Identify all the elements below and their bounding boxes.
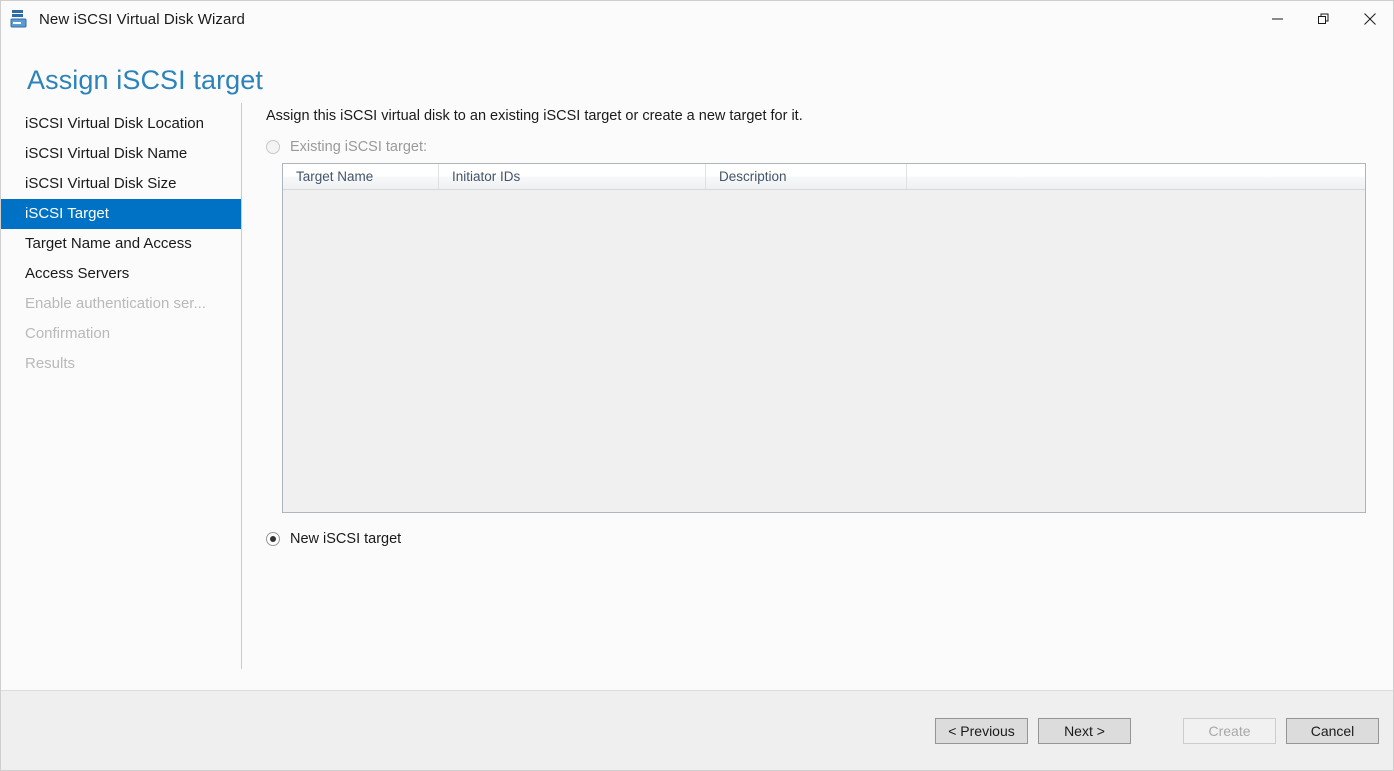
next-button[interactable]: Next >	[1038, 717, 1131, 744]
instruction-text: Assign this iSCSI virtual disk to an exi…	[266, 108, 803, 124]
previous-button[interactable]: < Previous	[935, 717, 1028, 744]
window-title: New iSCSI Virtual Disk Wizard	[39, 10, 246, 28]
wizard-window: New iSCSI Virtual Disk Wizard Assign iSC…	[0, 0, 1394, 771]
page-title: Assign iSCSI target	[27, 65, 264, 95]
close-button[interactable]	[1347, 1, 1393, 37]
cancel-button[interactable]: Cancel	[1286, 717, 1379, 744]
table-body[interactable]	[283, 190, 1365, 512]
minimize-button[interactable]	[1255, 1, 1301, 37]
title-bar: New iSCSI Virtual Disk Wizard	[1, 1, 1393, 37]
existing-target-radio-row[interactable]: Existing iSCSI target:	[266, 137, 1393, 157]
sidebar-item-target-name-and-access[interactable]: Target Name and Access	[1, 229, 242, 259]
new-target-radio[interactable]	[266, 532, 280, 546]
sidebar-item-iscsi-virtual-disk-location[interactable]: iSCSI Virtual Disk Location	[1, 109, 242, 139]
existing-target-label: Existing iSCSI target:	[290, 139, 427, 155]
window-controls	[1255, 1, 1393, 37]
table-header-row: Target Name Initiator IDs Description	[283, 164, 1365, 190]
column-header-initiator-ids[interactable]: Initiator IDs	[439, 164, 706, 189]
wizard-steps-sidebar: iSCSI Virtual Disk Location iSCSI Virtua…	[1, 103, 242, 690]
column-header-description[interactable]: Description	[706, 164, 907, 189]
sidebar-item-iscsi-virtual-disk-size[interactable]: iSCSI Virtual Disk Size	[1, 169, 242, 199]
sidebar-item-results: Results	[25, 355, 76, 372]
new-target-label: New iSCSI target	[290, 531, 402, 547]
new-target-radio-row[interactable]: New iSCSI target	[266, 529, 1393, 549]
footer-button-bar: < Previous Next > Create Cancel	[1, 690, 1393, 770]
create-button: Create	[1183, 717, 1276, 744]
restore-button[interactable]	[1301, 1, 1347, 37]
sidebar-item-enable-authentication-service: Enable authentication ser...	[25, 295, 206, 312]
page-header: Assign iSCSI target	[1, 37, 1393, 103]
sidebar-item-confirmation: Confirmation	[25, 325, 111, 342]
column-header-target-name[interactable]: Target Name	[283, 164, 439, 189]
iscsi-virtual-disk-icon	[9, 8, 31, 30]
existing-targets-table: Target Name Initiator IDs Description	[282, 163, 1366, 513]
body-area: iSCSI Virtual Disk Location iSCSI Virtua…	[1, 103, 1393, 690]
sidebar-item-iscsi-target[interactable]: iSCSI Target	[1, 199, 242, 229]
sidebar-item-access-servers[interactable]: Access Servers	[1, 259, 242, 289]
column-header-blank[interactable]	[907, 164, 1365, 189]
existing-target-radio	[266, 140, 280, 154]
sidebar-item-iscsi-virtual-disk-name[interactable]: iSCSI Virtual Disk Name	[1, 139, 242, 169]
content-pane: Assign this iSCSI virtual disk to an exi…	[242, 103, 1393, 690]
